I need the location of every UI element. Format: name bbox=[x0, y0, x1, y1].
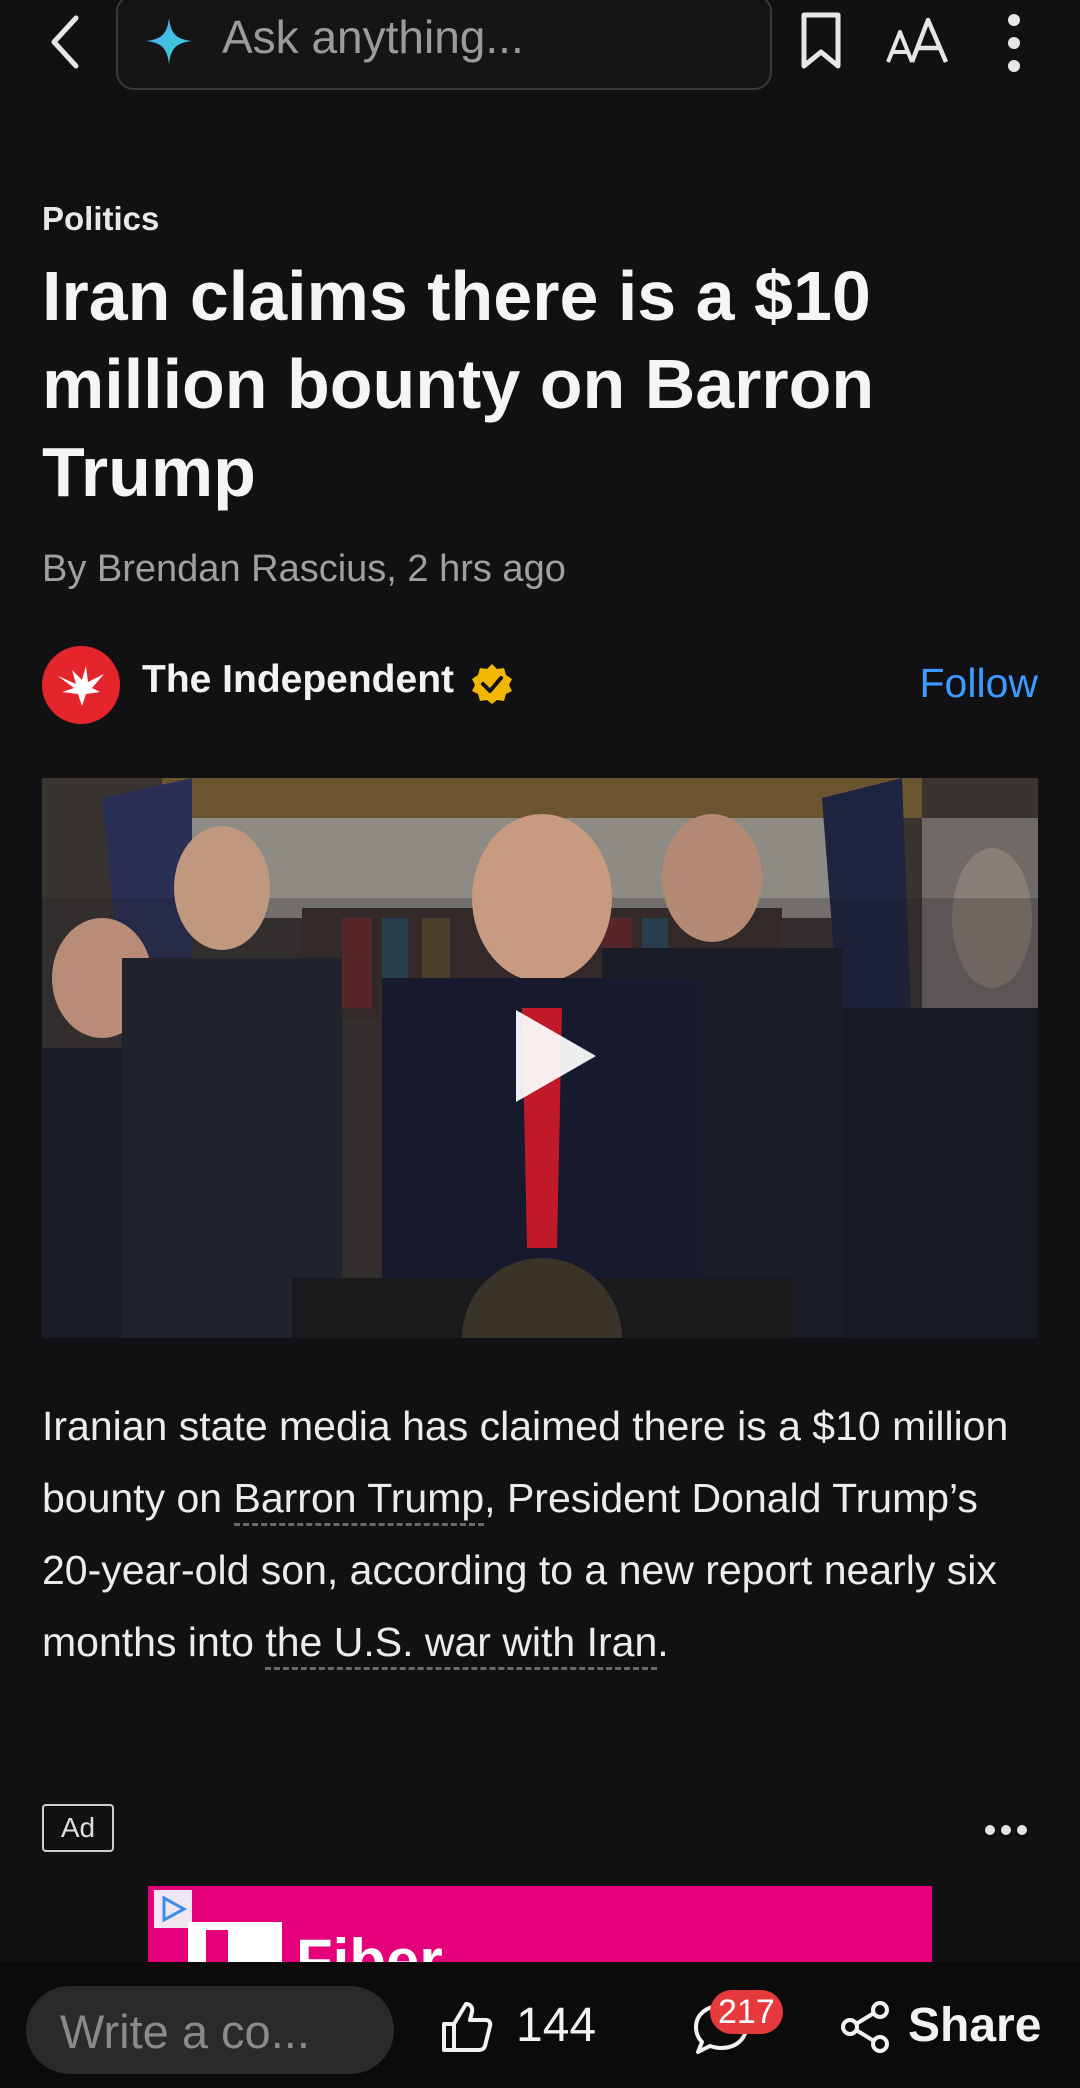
ad-brand-logo bbox=[188, 1922, 282, 1966]
ad-label: Ad bbox=[42, 1804, 114, 1852]
play-icon[interactable] bbox=[510, 1006, 600, 1106]
top-bar: Ask anything... bbox=[0, 0, 1080, 96]
like-button[interactable]: 144 bbox=[440, 1998, 602, 2062]
bookmark-icon bbox=[801, 12, 841, 69]
eagle-logo-icon bbox=[58, 666, 104, 706]
ai-sparkle-icon bbox=[146, 18, 192, 64]
back-button[interactable] bbox=[42, 12, 92, 72]
search-placeholder: Ask anything... bbox=[222, 11, 524, 63]
text-size-icon bbox=[886, 17, 949, 63]
ad-brand-logo-mark bbox=[206, 1930, 228, 1966]
bottom-action-bar: Write a co... 144 217 Share bbox=[0, 1962, 1080, 2088]
thumbs-up-icon bbox=[442, 2002, 493, 2052]
entity-link-barron-trump[interactable]: Barron Trump bbox=[233, 1475, 485, 1526]
article-body-paragraph: Iranian state media has claimed there is… bbox=[42, 1390, 1042, 1678]
ask-anything-search[interactable]: Ask anything... bbox=[116, 0, 772, 90]
comment-count-badge: 217 bbox=[710, 1990, 783, 2034]
text-size-button[interactable] bbox=[884, 12, 952, 72]
body-text-part: . bbox=[657, 1619, 669, 1665]
share-button[interactable]: Share bbox=[838, 1998, 1044, 2062]
article-headline: Iran claims there is a $10 million bount… bbox=[42, 257, 875, 511]
follow-button[interactable]: Follow bbox=[920, 660, 1038, 707]
ad-choices-icon[interactable] bbox=[154, 1890, 192, 1928]
article-byline: By Brendan Rascius, 2 hrs ago bbox=[42, 548, 566, 590]
ad-brand-text: Fiber bbox=[296, 1927, 443, 1966]
share-label: Share bbox=[908, 1999, 1042, 2052]
ad-more-options-icon[interactable] bbox=[982, 1812, 1030, 1848]
article-category[interactable]: Politics bbox=[42, 200, 159, 238]
comments-button[interactable]: 217 bbox=[688, 1990, 798, 2068]
comment-placeholder: Write a co... bbox=[60, 2005, 310, 2058]
entity-link-us-iran-war[interactable]: the U.S. war with Iran bbox=[265, 1619, 658, 1670]
chevron-left-icon bbox=[51, 15, 79, 69]
source-name[interactable]: The Independent bbox=[142, 658, 454, 702]
comment-input[interactable]: Write a co... bbox=[26, 1986, 394, 2074]
share-icon bbox=[841, 2001, 889, 2053]
kebab-menu-icon bbox=[1008, 14, 1020, 72]
more-options-button[interactable] bbox=[994, 10, 1034, 76]
article-video[interactable] bbox=[42, 778, 1038, 1338]
like-count: 144 bbox=[516, 1999, 597, 2052]
verified-badge-icon bbox=[472, 664, 512, 704]
source-logo[interactable] bbox=[42, 646, 120, 724]
bookmark-button[interactable] bbox=[796, 10, 846, 72]
ad-banner[interactable]: Fiber bbox=[148, 1886, 932, 1966]
